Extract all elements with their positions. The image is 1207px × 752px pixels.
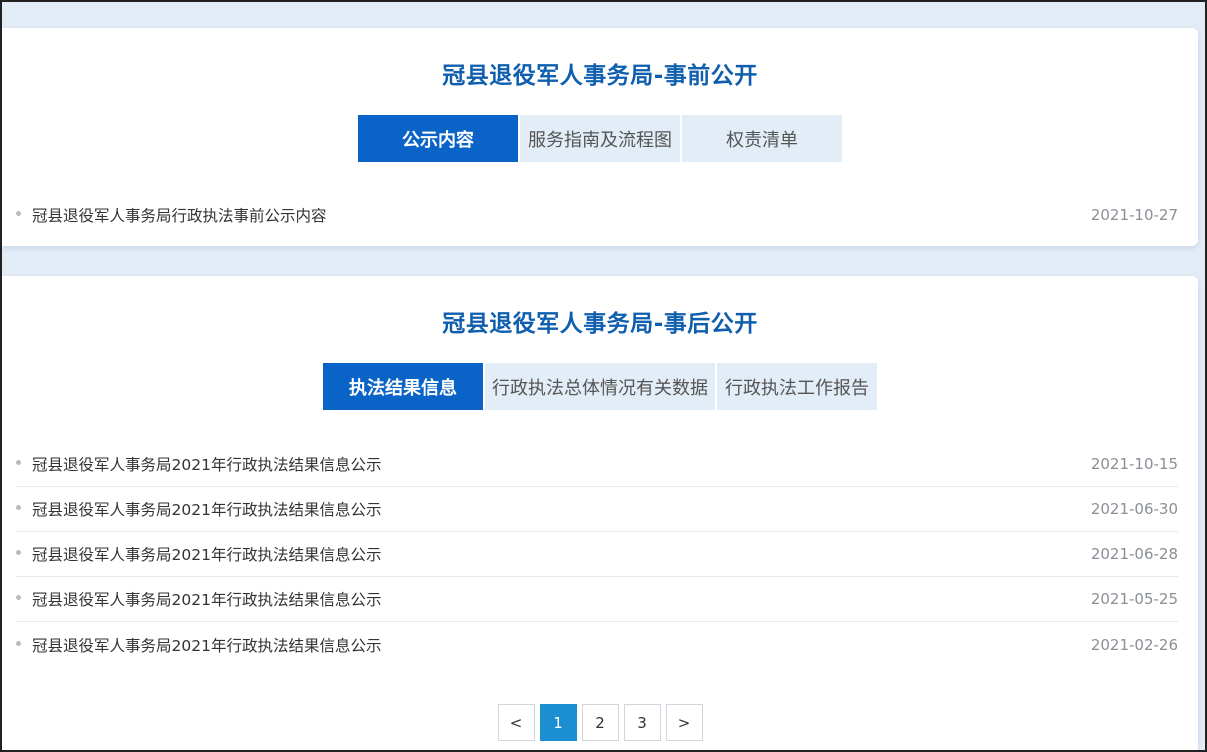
list-item-title[interactable]: 冠县退役军人事务局2021年行政执法结果信息公示 [32,498,381,520]
tab-enforcement-results[interactable]: 执法结果信息 [323,363,483,410]
page-2-button[interactable]: 2 [581,704,619,741]
bullet-icon [16,210,21,216]
list-item[interactable]: 冠县退役军人事务局2021年行政执法结果信息公示 2021-06-30 [16,487,1178,532]
tab-enforcement-overall-data[interactable]: 行政执法总体情况有关数据 [485,363,715,410]
bullet-icon [16,640,21,646]
tab-enforcement-work-report[interactable]: 行政执法工作报告 [717,363,877,410]
page-1-button[interactable]: 1 [539,704,577,741]
page-3-button[interactable]: 3 [623,704,661,741]
list-item-title[interactable]: 冠县退役军人事务局2021年行政执法结果信息公示 [32,453,381,475]
bullet-icon [16,550,21,555]
list-item-title[interactable]: 冠县退役军人事务局2021年行政执法结果信息公示 [32,588,381,610]
list-item-date: 2021-10-27 [1090,205,1178,224]
post-section-tabs: 执法结果信息 行政执法总体情况有关数据 行政执法工作报告 [2,363,1198,410]
list-item-title[interactable]: 冠县退役军人事务局2021年行政执法结果信息公示 [32,634,381,656]
pre-section-tabs: 公示内容 服务指南及流程图 权责清单 [2,115,1198,162]
list-item-title[interactable]: 冠县退役军人事务局2021年行政执法结果信息公示 [32,543,381,565]
bullet-icon [16,505,21,510]
list-item-date: 2021-10-15 [1090,455,1178,473]
post-section-title: 冠县退役军人事务局-事后公开 [442,311,758,337]
list-item[interactable]: 冠县退役军人事务局2021年行政执法结果信息公示 2021-05-25 [16,577,1178,622]
list-item[interactable]: 冠县退役军人事务局2021年行政执法结果信息公示 2021-10-15 [16,442,1178,487]
next-page-button[interactable]: > [665,704,703,741]
list-item[interactable]: 冠县退役军人事务局行政执法事前公示内容 2021-10-27 [16,192,1178,237]
tab-service-guide[interactable]: 服务指南及流程图 [520,115,680,162]
list-item-date: 2021-02-26 [1090,635,1178,654]
list-item-date: 2021-06-30 [1090,500,1178,518]
prev-page-button[interactable]: < [497,704,535,741]
list-item-title[interactable]: 冠县退役军人事务局行政执法事前公示内容 [32,204,327,226]
page-frame: 冠县退役军人事务局-事前公开 公示内容 服务指南及流程图 权责清单 冠县退役军人… [0,0,1207,752]
post-disclosure-card: 冠县退役军人事务局-事后公开 执法结果信息 行政执法总体情况有关数据 行政执法工… [2,276,1198,750]
list-item[interactable]: 冠县退役军人事务局2021年行政执法结果信息公示 2021-02-26 [16,622,1178,667]
pre-section-title: 冠县退役军人事务局-事前公开 [442,63,758,89]
pre-section-list: 冠县退役军人事务局行政执法事前公示内容 2021-10-27 [16,192,1178,237]
pagination: < 1 2 3 > [2,704,1198,741]
post-section-list: 冠县退役军人事务局2021年行政执法结果信息公示 2021-10-15 冠县退役… [16,442,1178,667]
list-item-date: 2021-06-28 [1090,545,1178,563]
list-item-date: 2021-05-25 [1090,590,1178,608]
bullet-icon [16,460,21,465]
tab-rights-list[interactable]: 权责清单 [682,115,842,162]
bullet-icon [16,595,21,600]
pre-disclosure-card: 冠县退役军人事务局-事前公开 公示内容 服务指南及流程图 权责清单 冠县退役军人… [2,28,1198,246]
tab-public-content[interactable]: 公示内容 [358,115,518,162]
list-item[interactable]: 冠县退役军人事务局2021年行政执法结果信息公示 2021-06-28 [16,532,1178,577]
